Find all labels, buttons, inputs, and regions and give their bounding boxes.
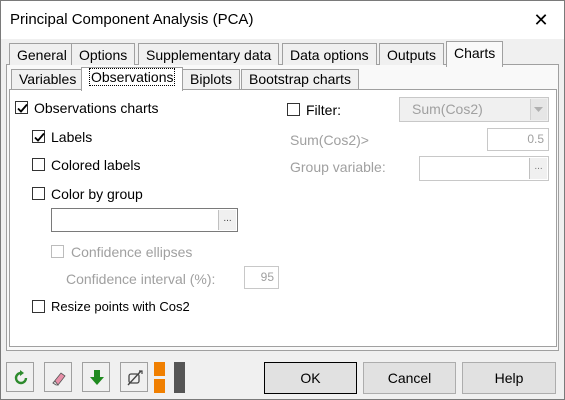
- labels-checkbox[interactable]: [32, 130, 45, 143]
- range-select-icon[interactable]: ...: [218, 210, 236, 230]
- close-icon[interactable]: ✕: [528, 8, 554, 32]
- down-button[interactable]: [82, 362, 110, 392]
- filter-combo-value: Sum(Cos2): [412, 101, 483, 117]
- range-select-icon[interactable]: ...: [529, 158, 547, 179]
- window-title: Principal Component Analysis (PCA): [10, 11, 254, 28]
- tab-options[interactable]: Options: [71, 43, 136, 65]
- sum-cos2-input[interactable]: 0.5: [487, 128, 549, 151]
- group-variable-label: Group variable:: [290, 159, 386, 175]
- observations-charts-label: Observations charts: [34, 100, 159, 116]
- layout-toggle-icon[interactable]: [154, 362, 166, 393]
- cancel-button[interactable]: Cancel: [363, 362, 456, 394]
- tab-observations[interactable]: Observations: [81, 67, 184, 91]
- tab-observations-label: Observations: [89, 68, 176, 86]
- tab-supplementary-data[interactable]: Supplementary data: [138, 43, 280, 65]
- pca-dialog: Principal Component Analysis (PCA) ✕ Gen…: [0, 0, 565, 400]
- tab-charts[interactable]: Charts: [446, 41, 504, 67]
- title-bar: Principal Component Analysis (PCA) ✕: [1, 1, 564, 39]
- colored-labels-label: Colored labels: [51, 157, 141, 173]
- eraser-icon: [52, 372, 66, 386]
- tab-bootstrap-charts[interactable]: Bootstrap charts: [241, 69, 359, 89]
- bottom-toolbar: OK Cancel Help: [6, 357, 559, 397]
- observations-charts-checkbox[interactable]: [15, 101, 28, 114]
- color-by-group-label: Color by group: [51, 186, 143, 202]
- resize-points-label: Resize points with Cos2: [51, 299, 190, 314]
- colored-labels-checkbox[interactable]: [32, 158, 45, 171]
- filter-label: Filter:: [306, 102, 341, 118]
- clear-selection-icon: [127, 370, 143, 386]
- group-variable-field[interactable]: ...: [419, 156, 549, 181]
- clear-selection-button[interactable]: [120, 362, 148, 392]
- color-by-group-checkbox[interactable]: [32, 187, 45, 200]
- checkmark-icon: [17, 103, 28, 113]
- confidence-interval-label: Confidence interval (%):: [66, 271, 216, 287]
- confidence-ellipses-checkbox[interactable]: [51, 245, 64, 258]
- chevron-down-icon[interactable]: [530, 99, 547, 120]
- tab-biplots[interactable]: Biplots: [182, 69, 241, 89]
- confidence-interval-input[interactable]: 95: [244, 266, 279, 289]
- tab-general[interactable]: General: [9, 43, 75, 65]
- refresh-icon: [14, 370, 28, 385]
- confidence-ellipses-label: Confidence ellipses: [71, 244, 193, 260]
- ok-button[interactable]: OK: [264, 362, 357, 394]
- tab-outputs[interactable]: Outputs: [379, 43, 445, 65]
- tab-variables[interactable]: Variables: [11, 69, 85, 89]
- filter-combo[interactable]: Sum(Cos2): [399, 97, 549, 122]
- resize-points-checkbox[interactable]: [32, 300, 45, 313]
- down-arrow-icon: [90, 370, 104, 385]
- group-selection-field[interactable]: ...: [51, 208, 238, 232]
- eraser-button[interactable]: [44, 362, 72, 392]
- checkmark-icon: [34, 132, 45, 142]
- sum-cos2-label: Sum(Cos2)>: [290, 132, 369, 148]
- labels-label: Labels: [51, 129, 93, 145]
- layout-toggle-top: [154, 362, 165, 376]
- splitter-handle[interactable]: [174, 362, 185, 393]
- layout-toggle-bottom: [154, 379, 165, 393]
- help-button[interactable]: Help: [462, 362, 556, 394]
- tab-data-options[interactable]: Data options: [282, 43, 377, 65]
- reset-button[interactable]: [6, 362, 34, 392]
- filter-checkbox[interactable]: [287, 103, 300, 116]
